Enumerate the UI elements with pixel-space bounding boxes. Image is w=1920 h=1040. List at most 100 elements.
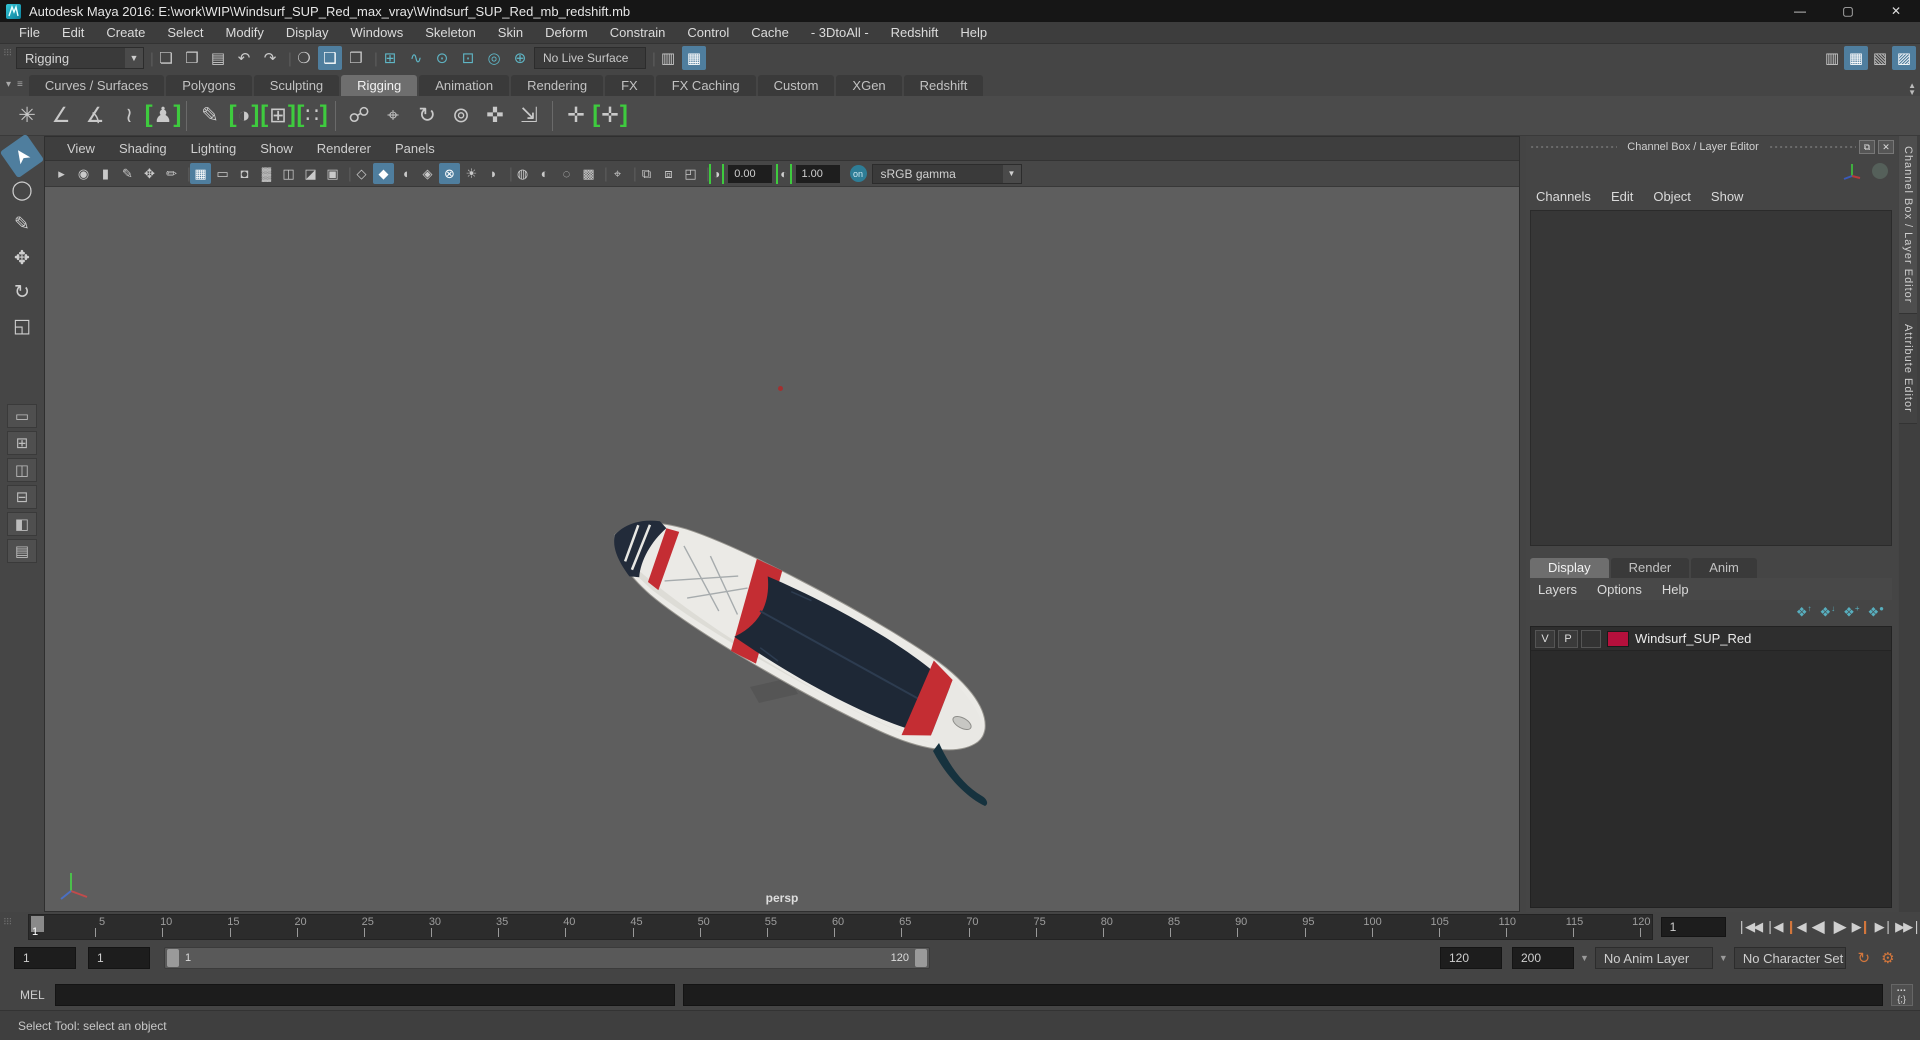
menu-item[interactable]: Control xyxy=(676,22,740,44)
layer-visibility-toggle[interactable]: V xyxy=(1535,629,1555,648)
undo-icon[interactable]: ↶ xyxy=(232,46,256,70)
layer-display-type-toggle[interactable] xyxy=(1581,629,1601,648)
range-start-handle[interactable] xyxy=(167,949,179,967)
pan-zoom-icon[interactable]: ✥ xyxy=(139,163,160,184)
ipr-render-icon[interactable]: ▧ xyxy=(1868,46,1892,70)
snap-point-icon[interactable]: ⊙ xyxy=(430,46,454,70)
menu-item[interactable]: Select xyxy=(156,22,214,44)
snap-center-icon[interactable]: ⊕ xyxy=(508,46,532,70)
make-live-icon[interactable]: ◎ xyxy=(482,46,506,70)
render-view-icon[interactable]: ▥ xyxy=(1820,46,1844,70)
menu-item[interactable]: Help xyxy=(949,22,998,44)
safe-action-icon[interactable]: ◪ xyxy=(300,163,321,184)
viewport-canvas[interactable]: persp xyxy=(45,187,1519,911)
timeline-ruler[interactable]: 1 5 10 15 20 25 30 35 40 45 50 55 60 65 70 75 80 85 90 95 1… xyxy=(27,914,1653,940)
layout-stacked-pane-button[interactable]: ⊟ xyxy=(7,485,37,509)
ik-handle-icon[interactable]: ∠ xyxy=(44,99,78,133)
step-back-key-button[interactable]: ❙ ◀ xyxy=(1785,916,1807,938)
close-button[interactable]: ✕ xyxy=(1872,0,1920,22)
gamma-field[interactable]: 1.00 xyxy=(795,164,840,183)
command-input[interactable] xyxy=(54,984,675,1006)
shelf-tab-rendering[interactable]: Rendering xyxy=(511,75,604,96)
shadows-icon[interactable]: ◗ xyxy=(483,163,504,184)
play-forwards-button[interactable]: ▶ xyxy=(1829,916,1849,938)
parent-constraint-icon[interactable]: ☍ xyxy=(342,99,376,133)
redo-icon[interactable]: ↷ xyxy=(258,46,282,70)
menu-item[interactable]: Constrain xyxy=(599,22,677,44)
step-forward-key-button[interactable]: ▶ ❙ xyxy=(1851,916,1871,938)
tab-render[interactable]: Render xyxy=(1610,558,1690,578)
menu-item[interactable]: - 3DtoAll - xyxy=(800,22,880,44)
viewport-menu-item[interactable]: Shading xyxy=(107,141,179,156)
lasso-tool-icon[interactable]: ◯ xyxy=(6,174,38,206)
select-component-icon[interactable]: ❒ xyxy=(344,46,368,70)
layer-menu-item[interactable]: Help xyxy=(1662,582,1701,597)
wireframe-icon[interactable]: ◇ xyxy=(351,163,372,184)
locator-icon[interactable]: ✛ xyxy=(559,99,593,133)
default-light-icon[interactable]: ◍ xyxy=(512,163,533,184)
layer-menu-item[interactable]: Options xyxy=(1597,582,1654,597)
layout-two-pane-button[interactable]: ◫ xyxy=(7,458,37,482)
snap-curve-icon[interactable]: ∿ xyxy=(404,46,428,70)
shelf-tab-fx-caching[interactable]: FX Caching xyxy=(655,75,756,96)
create-layer-from-selected-icon[interactable]: ❖● xyxy=(1868,604,1885,620)
shelf-tab-polygons[interactable]: Polygons xyxy=(166,75,252,96)
safe-title-icon[interactable]: ▣ xyxy=(322,163,343,184)
layer-menu-item[interactable]: Layers xyxy=(1538,582,1589,597)
exposure-panel-icon[interactable]: ◰ xyxy=(680,163,701,184)
resolution-gate-icon[interactable]: ◘ xyxy=(234,163,255,184)
sidebar-tab-attribute-editor[interactable]: Attribute Editor xyxy=(1899,314,1917,425)
create-empty-layer-icon[interactable]: ❖+ xyxy=(1843,604,1859,620)
current-frame-field[interactable]: 1 xyxy=(1660,917,1727,937)
camera-attributes-icon[interactable]: ◉ xyxy=(73,163,94,184)
color-management-icon[interactable]: on xyxy=(849,165,867,182)
shelf-tab-xgen[interactable]: XGen xyxy=(836,75,902,96)
menu-item[interactable]: Redshift xyxy=(880,22,950,44)
menu-item[interactable]: Cache xyxy=(740,22,800,44)
restore-panel-icon[interactable]: ⧉ xyxy=(1859,140,1875,154)
smooth-shade-icon[interactable]: ◆ xyxy=(373,163,394,184)
no-light-icon[interactable]: ◌ xyxy=(556,163,577,184)
contrast-icon[interactable]: ◐ xyxy=(776,163,792,184)
shelf-tab-fx[interactable]: FX xyxy=(605,75,654,96)
menu-item[interactable]: Skeleton xyxy=(414,22,487,44)
shelf-tab-animation[interactable]: Animation xyxy=(419,75,510,96)
scale-constraint-icon[interactable]: ⇲ xyxy=(512,99,546,133)
menu-item[interactable]: Modify xyxy=(215,22,275,44)
shelf-tab-custom[interactable]: Custom xyxy=(757,75,835,96)
flat-shade-icon[interactable]: ◖ xyxy=(395,163,416,184)
save-scene-icon[interactable]: ▤ xyxy=(206,46,230,70)
xray-icon[interactable]: ⧉ xyxy=(636,163,657,184)
chevron-down-icon[interactable]: ▼ xyxy=(125,48,143,68)
view-transform-selector[interactable]: sRGB gamma ▼ xyxy=(871,163,1022,184)
menu-item[interactable]: Deform xyxy=(534,22,599,44)
channel-box-menu-item[interactable]: Object xyxy=(1653,189,1703,204)
viewport-menu-item[interactable]: Panels xyxy=(383,141,447,156)
animation-start-field[interactable]: 1 xyxy=(14,947,76,969)
menu-item[interactable]: Skin xyxy=(487,22,534,44)
script-editor-icon[interactable]: ▪▪▪ {;} xyxy=(1890,984,1913,1006)
layer-row[interactable]: V P Windsurf_SUP_Red xyxy=(1531,627,1891,651)
animation-preferences-icon[interactable]: ⚙ xyxy=(1876,946,1900,970)
playback-range-bar[interactable]: 1 120 xyxy=(164,947,930,969)
ik-spline-icon[interactable]: ∡ xyxy=(78,99,112,133)
new-scene-icon[interactable]: ❏ xyxy=(154,46,178,70)
joint-tool-icon[interactable]: ✳ xyxy=(10,99,44,133)
play-backwards-button[interactable]: ◀ xyxy=(1807,916,1827,938)
viewport-menu-item[interactable]: View xyxy=(55,141,107,156)
go-to-start-button[interactable]: ❘◀◀ xyxy=(1736,916,1763,938)
point-constraint-icon[interactable]: ⌖ xyxy=(376,99,410,133)
exposure-field[interactable]: 0.00 xyxy=(728,164,773,183)
render-settings-icon[interactable]: ▨ xyxy=(1892,46,1916,70)
bounding-box-icon[interactable]: ◈ xyxy=(417,163,438,184)
mel-label[interactable]: MEL xyxy=(20,988,45,1002)
grid-icon[interactable]: ▦ xyxy=(190,163,211,184)
select-tool-icon[interactable]: ➤ xyxy=(0,133,45,179)
menu-item[interactable]: Create xyxy=(95,22,156,44)
grease-pencil-icon[interactable]: ✏ xyxy=(161,163,182,184)
shelf-tab-redshift[interactable]: Redshift xyxy=(903,75,984,96)
cluster-icon[interactable]: ∷ xyxy=(295,99,329,133)
menu-item[interactable]: File xyxy=(8,22,51,44)
layout-single-pane-button[interactable]: ▭ xyxy=(7,404,37,428)
layout-three-pane-button[interactable]: ◧ xyxy=(7,512,37,536)
